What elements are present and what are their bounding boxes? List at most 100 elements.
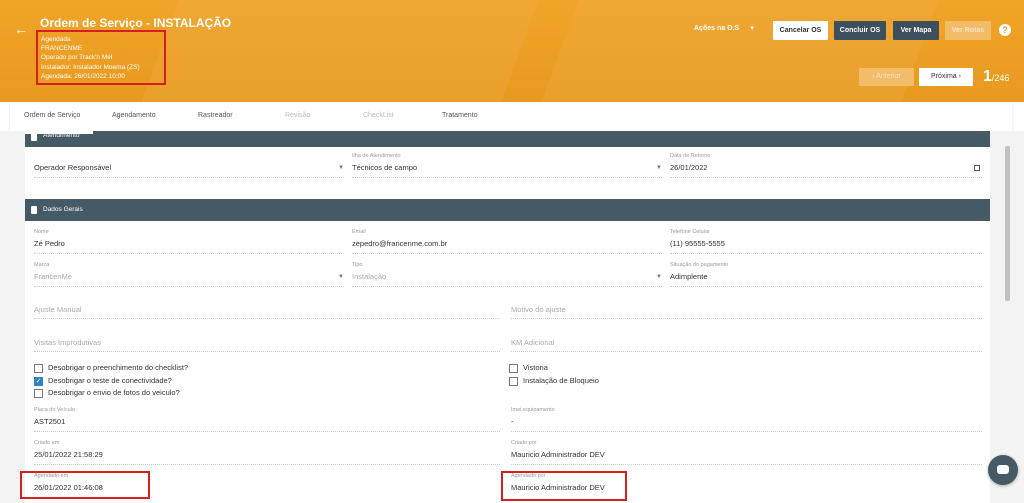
ilha-value: Técnicos de campo: [352, 163, 418, 172]
ajuste-manual-input[interactable]: Ajuste Manual: [34, 305, 500, 319]
chat-bubble-icon: [997, 465, 1009, 474]
back-arrow-icon[interactable]: ←: [14, 21, 28, 37]
checkbox-label: Instalação de Bloqueio: [523, 376, 599, 385]
imei-value: -: [511, 416, 982, 432]
order-info-box: Agendada FRANCENME Operado por Track'n M…: [36, 30, 166, 85]
ilha-label: Ilha de Atendimento: [352, 153, 401, 159]
tab-tratamento[interactable]: Tratamento: [442, 112, 478, 119]
operador-label: [34, 153, 344, 160]
view-routes-button[interactable]: Ver Rotas: [945, 21, 991, 40]
nome-input[interactable]: Zé Pedro: [34, 238, 344, 254]
help-icon[interactable]: ?: [999, 24, 1011, 36]
email-input[interactable]: zepedro@francenme.com.br: [352, 238, 662, 254]
order-status: Agendada: [41, 36, 71, 43]
section-atendimento-header: Atendimento: [25, 131, 990, 147]
conclude-os-button[interactable]: Concluir OS: [834, 21, 886, 40]
visitas-improdutivas-input[interactable]: Visitas Improdutivas: [34, 338, 500, 352]
pager: 1/246: [983, 68, 1009, 86]
nome-field[interactable]: Nome Zé Pedro: [34, 229, 344, 254]
criado-em-value: 25/01/2022 21:58:29: [34, 449, 500, 465]
tipo-field[interactable]: Tipo Instalação ▼: [352, 262, 662, 287]
criado-em-label: Criado em: [34, 440, 60, 446]
tab-agendamento[interactable]: Agendamento: [112, 112, 156, 119]
cancel-os-button[interactable]: Cancelar OS: [773, 21, 828, 40]
checkbox[interactable]: [34, 363, 43, 373]
checkbox-desobrigar-fotos[interactable]: Desobrigar o envio de fotos do veiculo?: [34, 388, 180, 398]
highlight-box: [501, 471, 627, 501]
email-field[interactable]: Email zepedro@francenme.com.br: [352, 229, 662, 254]
header-decoration: [541, 0, 939, 102]
placa-input[interactable]: AST2501: [34, 416, 500, 432]
retorno-input[interactable]: 26/01/2022: [670, 162, 982, 178]
chevron-down-icon: ▼: [749, 26, 756, 32]
marca-select[interactable]: FrancenMe ▼: [34, 271, 344, 287]
operador-value: Operador Responsável: [34, 163, 112, 172]
checkbox-label: Desobrigar o envio de fotos do veiculo?: [48, 388, 180, 397]
ilha-select[interactable]: Técnicos de campo ▼: [352, 162, 662, 178]
checkbox-label: Desobrigar o teste de conectividade?: [48, 376, 172, 385]
checkbox-vistoria[interactable]: Vistoria: [509, 363, 548, 373]
criado-por-value: Mauricio Administrador DEV: [511, 449, 982, 465]
page-total: /246: [991, 73, 1010, 83]
placa-field[interactable]: Placa do Veículo AST2501: [34, 407, 500, 432]
chevron-down-icon: ▼: [656, 274, 662, 280]
situacao-input[interactable]: Adimplente: [670, 271, 982, 287]
imei-field[interactable]: Imei equipamento -: [511, 407, 982, 432]
tab-rastreador[interactable]: Rastreador: [198, 112, 233, 119]
tab-checklist[interactable]: CheckList: [363, 112, 394, 119]
order-operator: Operado por Track'n Mel: [41, 54, 113, 62]
telefone-label: Telefone Celular: [670, 229, 710, 235]
checkbox-label: Desobrigar o preenchimento do checklist?: [48, 363, 189, 372]
placa-label: Placa do Veículo: [34, 407, 75, 413]
header-bar: ← Ordem de Serviço - INSTALAÇÃO Agendada…: [0, 0, 1024, 102]
km-adicional-input[interactable]: KM Adicional: [511, 338, 982, 352]
previous-button[interactable]: ‹ Anterior: [859, 68, 914, 86]
document-icon: [31, 206, 37, 214]
marca-field[interactable]: Marca FrancenMe ▼: [34, 262, 344, 287]
calendar-icon[interactable]: [974, 165, 980, 171]
tipo-label: Tipo: [352, 262, 363, 268]
retorno-label: Data de Retorno: [670, 153, 711, 159]
checkbox[interactable]: [34, 388, 43, 398]
retorno-field[interactable]: Data de Retorno 26/01/2022: [670, 153, 982, 178]
operador-select[interactable]: Operador Responsável ▼: [34, 162, 344, 178]
section-icon: [31, 133, 37, 141]
operador-field[interactable]: Operador Responsável ▼: [34, 153, 344, 178]
nome-label: Nome: [34, 229, 49, 235]
scrollbar[interactable]: [1005, 146, 1010, 301]
motivo-ajuste-input[interactable]: Motivo do ajuste: [511, 305, 982, 319]
checkbox[interactable]: ✓: [34, 376, 43, 386]
checkbox-desobrigar-conectividade[interactable]: ✓ Desobrigar o teste de conectividade?: [34, 376, 172, 386]
criado-por-field: Criado por Mauricio Administrador DEV: [511, 440, 982, 465]
tab-ordem-servico[interactable]: Ordem de Serviço: [24, 112, 80, 119]
tipo-value: Instalação: [352, 272, 387, 281]
acoes-dropdown[interactable]: Ações na O.S ▼: [694, 25, 755, 32]
tab-bar: Ordem de Serviço Agendamento Rastreador …: [10, 102, 1012, 131]
acoes-label: Ações na O.S: [694, 25, 740, 32]
checkbox-instalacao-bloqueio[interactable]: Instalação de Bloqueio: [509, 376, 599, 386]
checkbox-desobrigar-checklist[interactable]: Desobrigar o preenchimento do checklist?: [34, 363, 188, 373]
order-scheduled: Agendada: 26/01/2022 10:00: [41, 72, 125, 80]
highlight-box: [20, 471, 150, 499]
checkbox[interactable]: [509, 376, 518, 386]
criado-por-label: Criado por: [511, 440, 537, 446]
ilha-field[interactable]: Ilha de Atendimento Técnicos de campo ▼: [352, 153, 662, 178]
tab-revisao[interactable]: Revisão: [285, 112, 310, 119]
page-title: Ordem de Serviço - INSTALAÇÃO: [40, 16, 232, 30]
chat-button[interactable]: [988, 455, 1018, 485]
tipo-select[interactable]: Instalação ▼: [352, 271, 662, 287]
checkbox-label: Vistoria: [523, 363, 548, 372]
order-installer: Instalador: Instalador Moema (ZS): [41, 63, 140, 71]
next-button[interactable]: Próxima ›: [919, 68, 973, 86]
checkbox[interactable]: [509, 363, 518, 373]
chevron-down-icon: ▼: [338, 165, 344, 171]
criado-em-field: Criado em 25/01/2022 21:58:29: [34, 440, 500, 465]
situacao-field[interactable]: Situação do pagamento Adimplente: [670, 262, 982, 287]
order-client: FRANCENME: [41, 45, 83, 53]
telefone-input[interactable]: (11) 95555-5555: [670, 238, 982, 254]
view-map-button[interactable]: Ver Mapa: [893, 21, 939, 40]
telefone-field[interactable]: Telefone Celular (11) 95555-5555: [670, 229, 982, 254]
situacao-label: Situação do pagamento: [670, 262, 729, 268]
retorno-value: 26/01/2022: [670, 163, 708, 172]
imei-label: Imei equipamento: [511, 407, 555, 413]
